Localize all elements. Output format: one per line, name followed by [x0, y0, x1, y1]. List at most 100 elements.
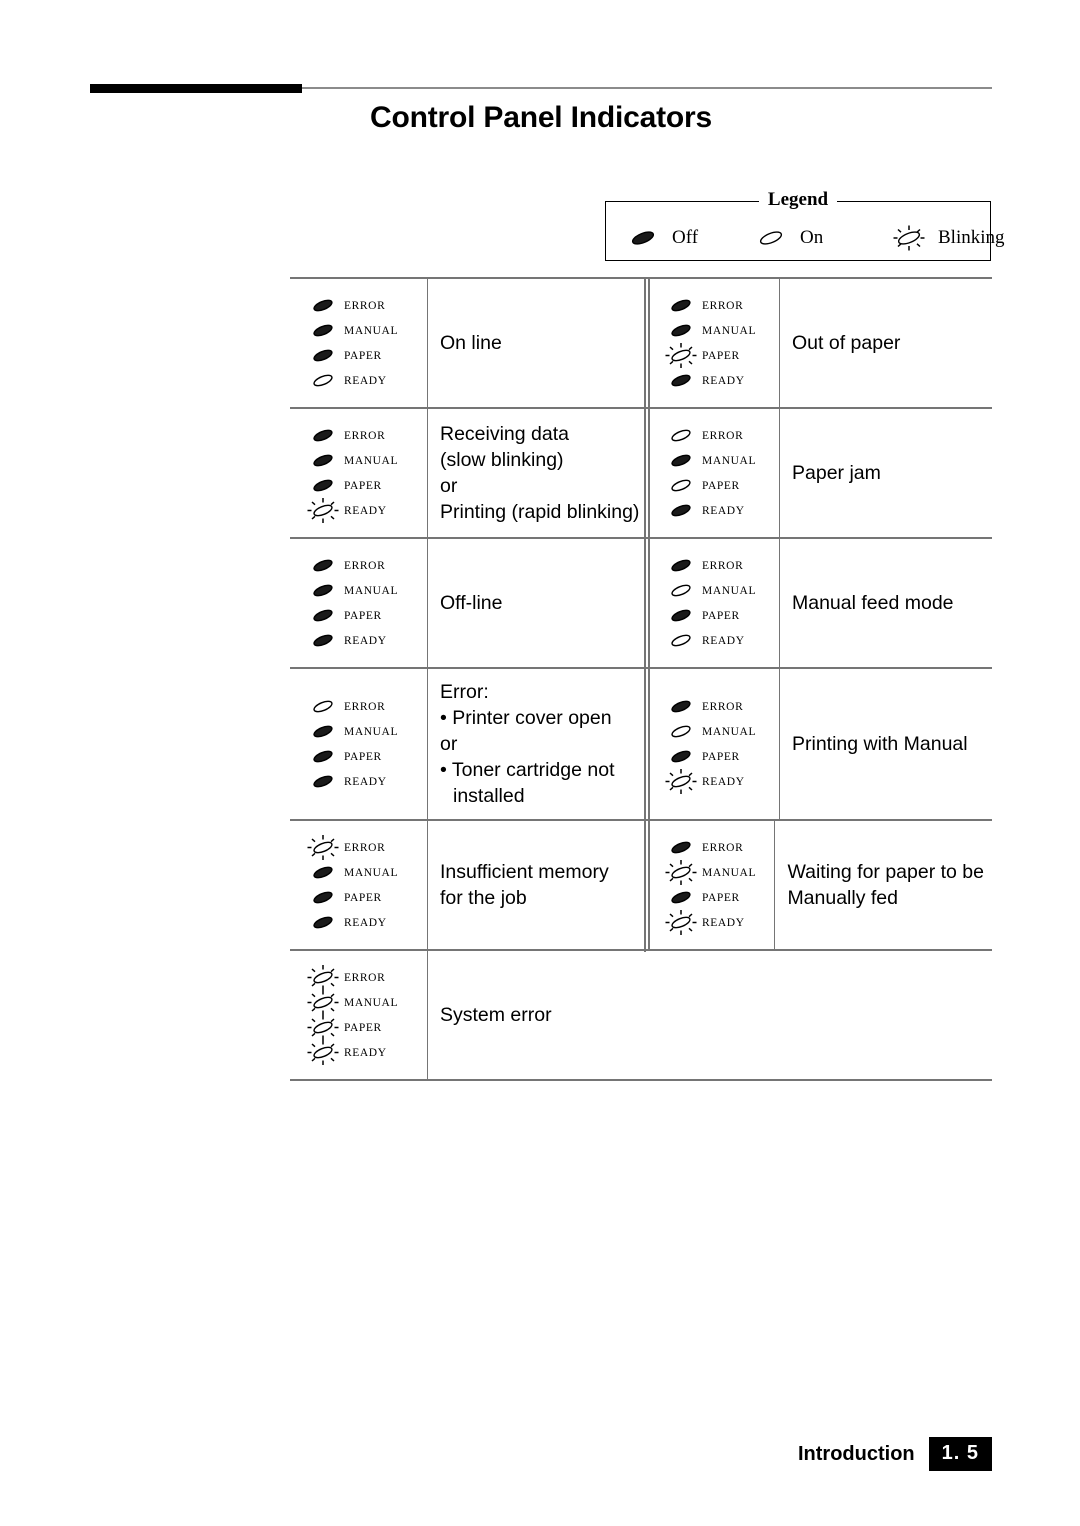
led-panel: ERROR MANUAL PAPER READY [290, 951, 428, 1079]
description-line: Manually fed [787, 887, 899, 909]
indicator-description: Waiting for paper to be Manually fed [775, 821, 992, 949]
led-panel: ERROR MANUAL PAPER READY [650, 539, 780, 667]
led-row-paper: PAPER [308, 744, 427, 769]
led-off-icon [666, 603, 700, 628]
indicator-entry-right: ERROR MANUAL PAPER READY Manual feed mode [644, 536, 992, 670]
led-label: ERROR [344, 700, 386, 713]
legend-item-off: Off [622, 224, 746, 252]
led-row-ready: READY [666, 628, 779, 653]
legend-title-text: Legend [758, 189, 838, 210]
led-off-icon [308, 744, 342, 769]
indicator-entry-left: ERROR MANUAL PAPER READY Error: • Printer cov… [290, 669, 648, 819]
table-row: ERROR MANUAL PAPER READY System error [290, 949, 992, 1081]
legend-led-wrap [888, 224, 934, 252]
legend-led-wrap [622, 224, 668, 252]
indicator-description: Receiving data (slow blinking) or Printing … [428, 409, 648, 537]
led-panel: ERROR MANUAL PAPER READY [290, 669, 428, 819]
led-blinking-icon [665, 910, 700, 935]
legend-box: Legend Off On Blinking [605, 189, 1005, 261]
led-label: ERROR [344, 429, 386, 442]
led-label: MANUAL [344, 324, 399, 337]
legend-item-label: Off [672, 227, 699, 248]
indicator-entry-left: ERROR MANUAL PAPER READY System error [290, 951, 648, 1079]
led-off-icon [308, 318, 342, 343]
indicator-description: Paper jam [780, 409, 992, 537]
led-row-error: ERROR [308, 423, 427, 448]
led-row-manual: MANUAL [666, 448, 779, 473]
description-line: Printing (rapid blinking) [440, 501, 640, 523]
led-off-icon [308, 628, 342, 653]
led-label: MANUAL [702, 324, 757, 337]
indicator-entry-left: ERROR MANUAL PAPER READY On line [290, 279, 648, 407]
led-row-error: ERROR [308, 694, 427, 719]
led-on-icon [753, 224, 793, 252]
led-panel: ERROR MANUAL PAPER READY [290, 821, 428, 949]
led-row-manual: MANUAL [666, 578, 779, 603]
description-line: Receiving data [440, 423, 569, 445]
led-label: MANUAL [344, 454, 399, 467]
led-row-error: ERROR [666, 694, 779, 719]
legend-item-label: Blinking [938, 227, 1005, 248]
led-off-icon [666, 293, 700, 318]
led-label: PAPER [344, 891, 382, 904]
led-off-icon [308, 473, 342, 498]
led-blinking-icon [665, 860, 700, 885]
led-off-icon [666, 835, 700, 860]
led-row-paper: PAPER [308, 473, 427, 498]
led-on-icon [666, 423, 700, 448]
led-row-ready: READY [665, 769, 779, 794]
footer-page-number: 1. 5 [928, 1437, 992, 1471]
led-panel: ERROR MANUAL PAPER READY [650, 279, 780, 407]
led-panel: ERROR MANUAL PAPER READY [650, 669, 780, 819]
indicator-description: Manual feed mode [780, 539, 992, 667]
legend-title: Legend [606, 189, 990, 211]
table-row: ERROR MANUAL PAPER READY Off-line ERROR MANUAL… [290, 536, 992, 670]
led-panel: ERROR MANUAL PAPER READY [290, 409, 428, 537]
led-blinking-icon [307, 498, 342, 523]
led-off-icon [308, 448, 342, 473]
led-blinking-icon [891, 224, 931, 252]
led-row-error: ERROR [307, 835, 427, 860]
led-row-error: ERROR [666, 835, 774, 860]
led-off-icon [666, 498, 700, 523]
led-blinking-icon [665, 343, 700, 368]
page-footer: Introduction 1. 5 [798, 1437, 992, 1471]
led-label: READY [344, 1046, 387, 1059]
description-line: Paper jam [792, 462, 881, 484]
legend-item-label: On [800, 227, 824, 248]
led-off-icon [666, 553, 700, 578]
description-line: • Printer cover open [440, 707, 612, 729]
led-row-manual: MANUAL [307, 990, 427, 1015]
indicator-entry-left: ERROR MANUAL PAPER READY Insufficient memory… [290, 821, 648, 949]
led-row-paper: PAPER [308, 603, 427, 628]
led-label: MANUAL [344, 996, 399, 1009]
led-label: PAPER [344, 349, 382, 362]
led-off-icon [308, 343, 342, 368]
led-off-icon [308, 885, 342, 910]
led-row-manual: MANUAL [308, 448, 427, 473]
led-row-ready: READY [666, 368, 779, 393]
led-row-error: ERROR [307, 965, 427, 990]
led-row-paper: PAPER [666, 885, 774, 910]
legend-items: Off On Blinking [606, 224, 1005, 252]
led-label: MANUAL [702, 584, 757, 597]
led-off-icon [308, 860, 342, 885]
header-rule-thin [302, 87, 992, 89]
description-line: Manual feed mode [792, 592, 954, 614]
indicator-description: Error: • Printer cover open or • Toner cart… [428, 669, 648, 819]
led-row-manual: MANUAL [308, 318, 427, 343]
led-label: PAPER [702, 609, 740, 622]
led-blinking-icon [307, 965, 342, 990]
led-label: ERROR [344, 971, 386, 984]
led-off-icon [308, 553, 342, 578]
led-blinking-icon [307, 990, 342, 1015]
led-label: PAPER [702, 891, 740, 904]
led-blinking-icon [307, 835, 342, 860]
led-label: PAPER [702, 349, 740, 362]
led-blinking-icon [307, 1015, 342, 1040]
indicator-entry-right: ERROR MANUAL PAPER READY Out of paper [644, 276, 992, 410]
indicator-description: Insufficient memory for the job [428, 821, 648, 949]
legend-item-blinking: Blinking [888, 224, 1005, 252]
led-row-paper: PAPER [666, 744, 779, 769]
led-row-manual: MANUAL [666, 318, 779, 343]
